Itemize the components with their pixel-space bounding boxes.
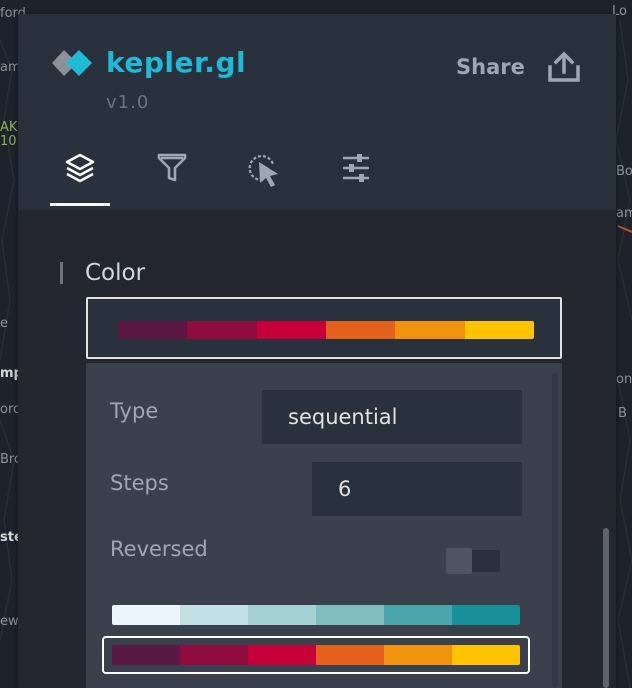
- palette-swatches: [112, 645, 520, 665]
- color-swatch: [187, 321, 257, 339]
- color-swatch: [248, 645, 316, 665]
- map-label: am: [616, 206, 632, 221]
- scrollbar-thumb[interactable]: [603, 528, 609, 688]
- side-panel: kepler.gl v1.0 Share Color Type sequenti…: [18, 14, 616, 688]
- type-select[interactable]: sequential: [262, 390, 522, 444]
- palette-swatches: [118, 321, 534, 339]
- filter-icon: [157, 153, 187, 182]
- app-version: v1.0: [106, 92, 150, 113]
- app-title: kepler.gl: [106, 46, 247, 79]
- cursor-click-icon: [248, 154, 278, 187]
- tab-map-settings[interactable]: [326, 148, 386, 206]
- palette-option[interactable]: [112, 605, 520, 625]
- color-swatch: [452, 605, 520, 625]
- share-button[interactable]: Share: [456, 50, 581, 84]
- map-label: ew: [0, 614, 19, 629]
- kepler-logo-icon: [52, 50, 92, 76]
- color-swatch: [452, 645, 520, 665]
- palette-swatches: [112, 605, 520, 625]
- color-swatch: [316, 645, 384, 665]
- color-section-header: Color: [60, 260, 145, 286]
- map-label: on: [616, 372, 632, 387]
- tab-layers[interactable]: [50, 148, 110, 206]
- color-swatch: [118, 321, 188, 339]
- color-swatch: [464, 321, 534, 339]
- map-label: AK: [0, 120, 18, 135]
- share-label: Share: [456, 55, 525, 79]
- color-swatch: [316, 605, 384, 625]
- reversed-toggle[interactable]: [446, 548, 500, 574]
- color-swatch: [112, 605, 180, 625]
- section-indicator: [60, 262, 63, 284]
- panel-header: kepler.gl v1.0 Share: [18, 14, 616, 210]
- selected-color-palette[interactable]: [86, 297, 562, 359]
- section-title: Color: [85, 260, 146, 286]
- upload-icon: [548, 51, 580, 82]
- panel-tabs: [50, 148, 418, 206]
- color-swatch: [395, 321, 465, 339]
- scrollbar-track[interactable]: [552, 373, 558, 688]
- map-label: Bo: [616, 164, 632, 179]
- steps-value: 6: [338, 477, 352, 501]
- color-swatch: [384, 605, 452, 625]
- steps-label: Steps: [110, 471, 169, 495]
- color-swatch: [112, 645, 180, 665]
- toggle-knob: [446, 548, 472, 574]
- color-swatch: [180, 605, 248, 625]
- tab-filters[interactable]: [142, 148, 202, 206]
- layer-config-body: Color Type sequential Steps 6 Reversed: [18, 210, 616, 688]
- color-swatch: [256, 321, 326, 339]
- color-swatch: [384, 645, 452, 665]
- map-label: B: [618, 406, 627, 421]
- tab-interactions[interactable]: [234, 148, 294, 206]
- color-swatch: [325, 321, 396, 339]
- map-label: e: [0, 316, 8, 331]
- color-swatch: [180, 645, 248, 665]
- palette-option-selected[interactable]: [102, 636, 530, 674]
- reversed-label: Reversed: [110, 537, 208, 561]
- type-value: sequential: [288, 405, 398, 429]
- settings-sliders-icon: [343, 154, 369, 182]
- color-swatch: [248, 605, 316, 625]
- steps-select[interactable]: 6: [312, 462, 522, 516]
- layers-icon: [65, 153, 95, 183]
- map-label: 10: [0, 134, 17, 149]
- type-label: Type: [110, 399, 159, 423]
